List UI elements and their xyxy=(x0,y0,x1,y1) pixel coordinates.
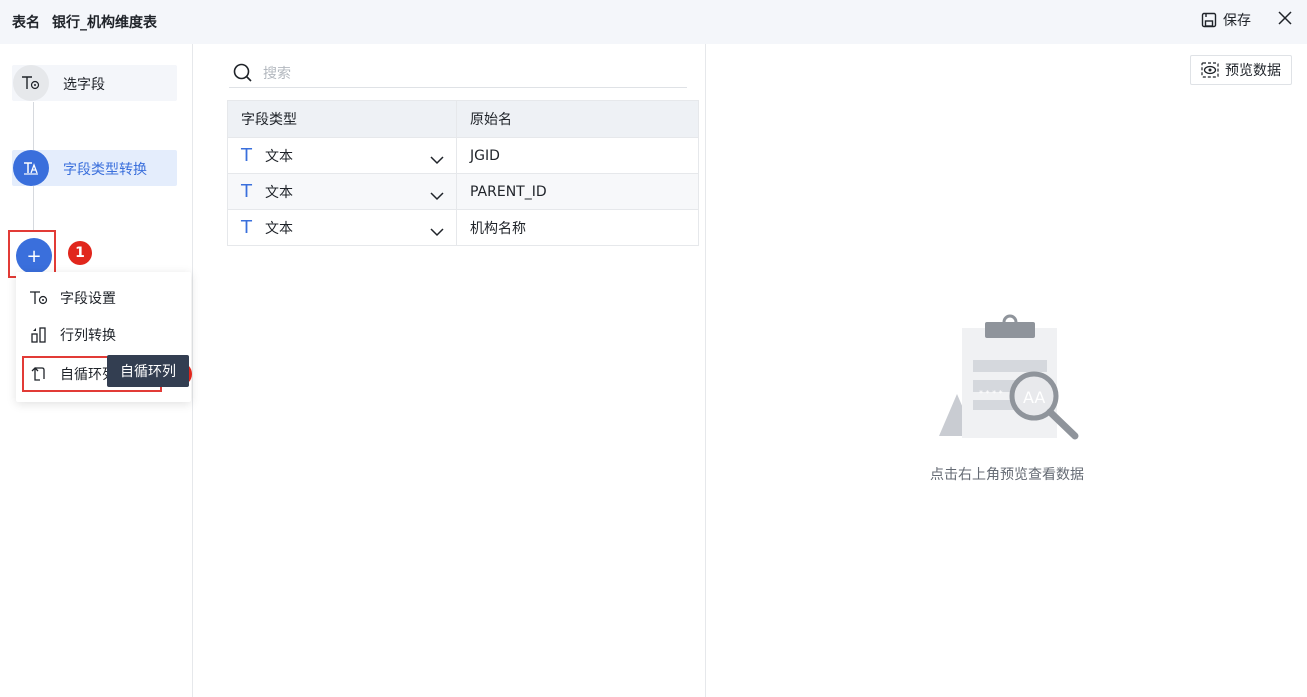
preview-data-button[interactable]: 预览数据 xyxy=(1190,55,1292,85)
empty-clipboard-illustration: * * * * AA xyxy=(939,314,1079,440)
type-value: 文本 xyxy=(265,148,293,165)
step-label: 选字段 xyxy=(63,77,105,93)
original-name: PARENT_ID xyxy=(456,173,699,210)
menu-item-label: 字段设置 xyxy=(60,291,116,307)
original-name: JGID xyxy=(456,137,699,174)
chevron-down-icon xyxy=(430,156,444,165)
table-header-row: 字段类型 原始名 xyxy=(227,100,699,138)
add-step-button[interactable]: + xyxy=(16,238,52,274)
step-select-fields-node xyxy=(13,65,49,101)
original-name: 机构名称 xyxy=(456,209,699,246)
table-name: 银行_机构维度表 xyxy=(52,15,157,31)
search-icon xyxy=(233,63,252,82)
text-type-icon: T xyxy=(241,181,252,202)
field-settings-icon xyxy=(28,287,50,309)
column-header: 原始名 xyxy=(456,100,699,138)
chevron-down-icon xyxy=(430,192,444,201)
menu-item-label: 行列转换 xyxy=(60,328,116,344)
plus-icon: + xyxy=(26,245,42,267)
step-type-convert-node xyxy=(13,150,49,186)
field-panel: 搜索 字段类型 原始名 T 文本 JGID T 文本 PARENT_ID T 文… xyxy=(207,44,706,697)
type-select[interactable]: T 文本 xyxy=(227,137,457,174)
table-row: T 文本 PARENT_ID xyxy=(227,173,699,210)
step-label: 字段类型转换 xyxy=(63,162,147,178)
table-name-label: 表名 xyxy=(12,15,40,31)
empty-state-text: 点击右上角预览查看数据 xyxy=(930,467,1084,483)
save-label: 保存 xyxy=(1223,13,1251,29)
svg-text:* * * *: * * * * xyxy=(979,389,1003,398)
close-button[interactable] xyxy=(1277,10,1293,30)
table-row: T 文本 JGID xyxy=(227,137,699,174)
field-table: 字段类型 原始名 T 文本 JGID T 文本 PARENT_ID T 文本 机… xyxy=(227,100,699,246)
tooltip: 自循环列 xyxy=(107,355,189,387)
preview-data-label: 预览数据 xyxy=(1225,63,1281,79)
menu-item-row-column[interactable]: 行列转换 xyxy=(16,317,191,353)
svg-text:AA: AA xyxy=(1023,388,1045,407)
step-connector xyxy=(33,186,34,232)
table-row: T 文本 机构名称 xyxy=(227,209,699,246)
type-select[interactable]: T 文本 xyxy=(227,209,457,246)
text-type-icon: T xyxy=(241,145,252,166)
preview-eye-icon xyxy=(1201,62,1219,78)
steps-panel: 选字段 字段类型转换 + 1 字段设置 行列转换 自循环列 自循环列 xyxy=(0,44,193,697)
save-button[interactable]: 保存 xyxy=(1201,10,1251,30)
search-input[interactable]: 搜索 xyxy=(263,63,291,83)
add-step-highlight: + xyxy=(8,230,56,278)
save-icon xyxy=(1201,12,1217,28)
close-icon xyxy=(1278,11,1292,25)
annotation-badge-1: 1 xyxy=(68,241,92,265)
select-fields-icon xyxy=(13,65,49,101)
row-column-icon xyxy=(28,324,50,346)
column-header: 字段类型 xyxy=(227,100,457,138)
step-connector xyxy=(33,102,34,152)
type-value: 文本 xyxy=(265,220,293,237)
header-bar: 表名 银行_机构维度表 保存 xyxy=(0,0,1307,44)
type-select[interactable]: T 文本 xyxy=(227,173,457,210)
type-convert-icon xyxy=(13,150,49,186)
type-value: 文本 xyxy=(265,184,293,201)
text-type-icon: T xyxy=(241,217,252,238)
preview-panel: 预览数据 * * * * AA 点击右上角预览查看数据 xyxy=(707,44,1307,697)
menu-item-field-settings[interactable]: 字段设置 xyxy=(16,280,191,316)
search-bar[interactable]: 搜索 xyxy=(229,58,687,88)
chevron-down-icon xyxy=(430,228,444,237)
